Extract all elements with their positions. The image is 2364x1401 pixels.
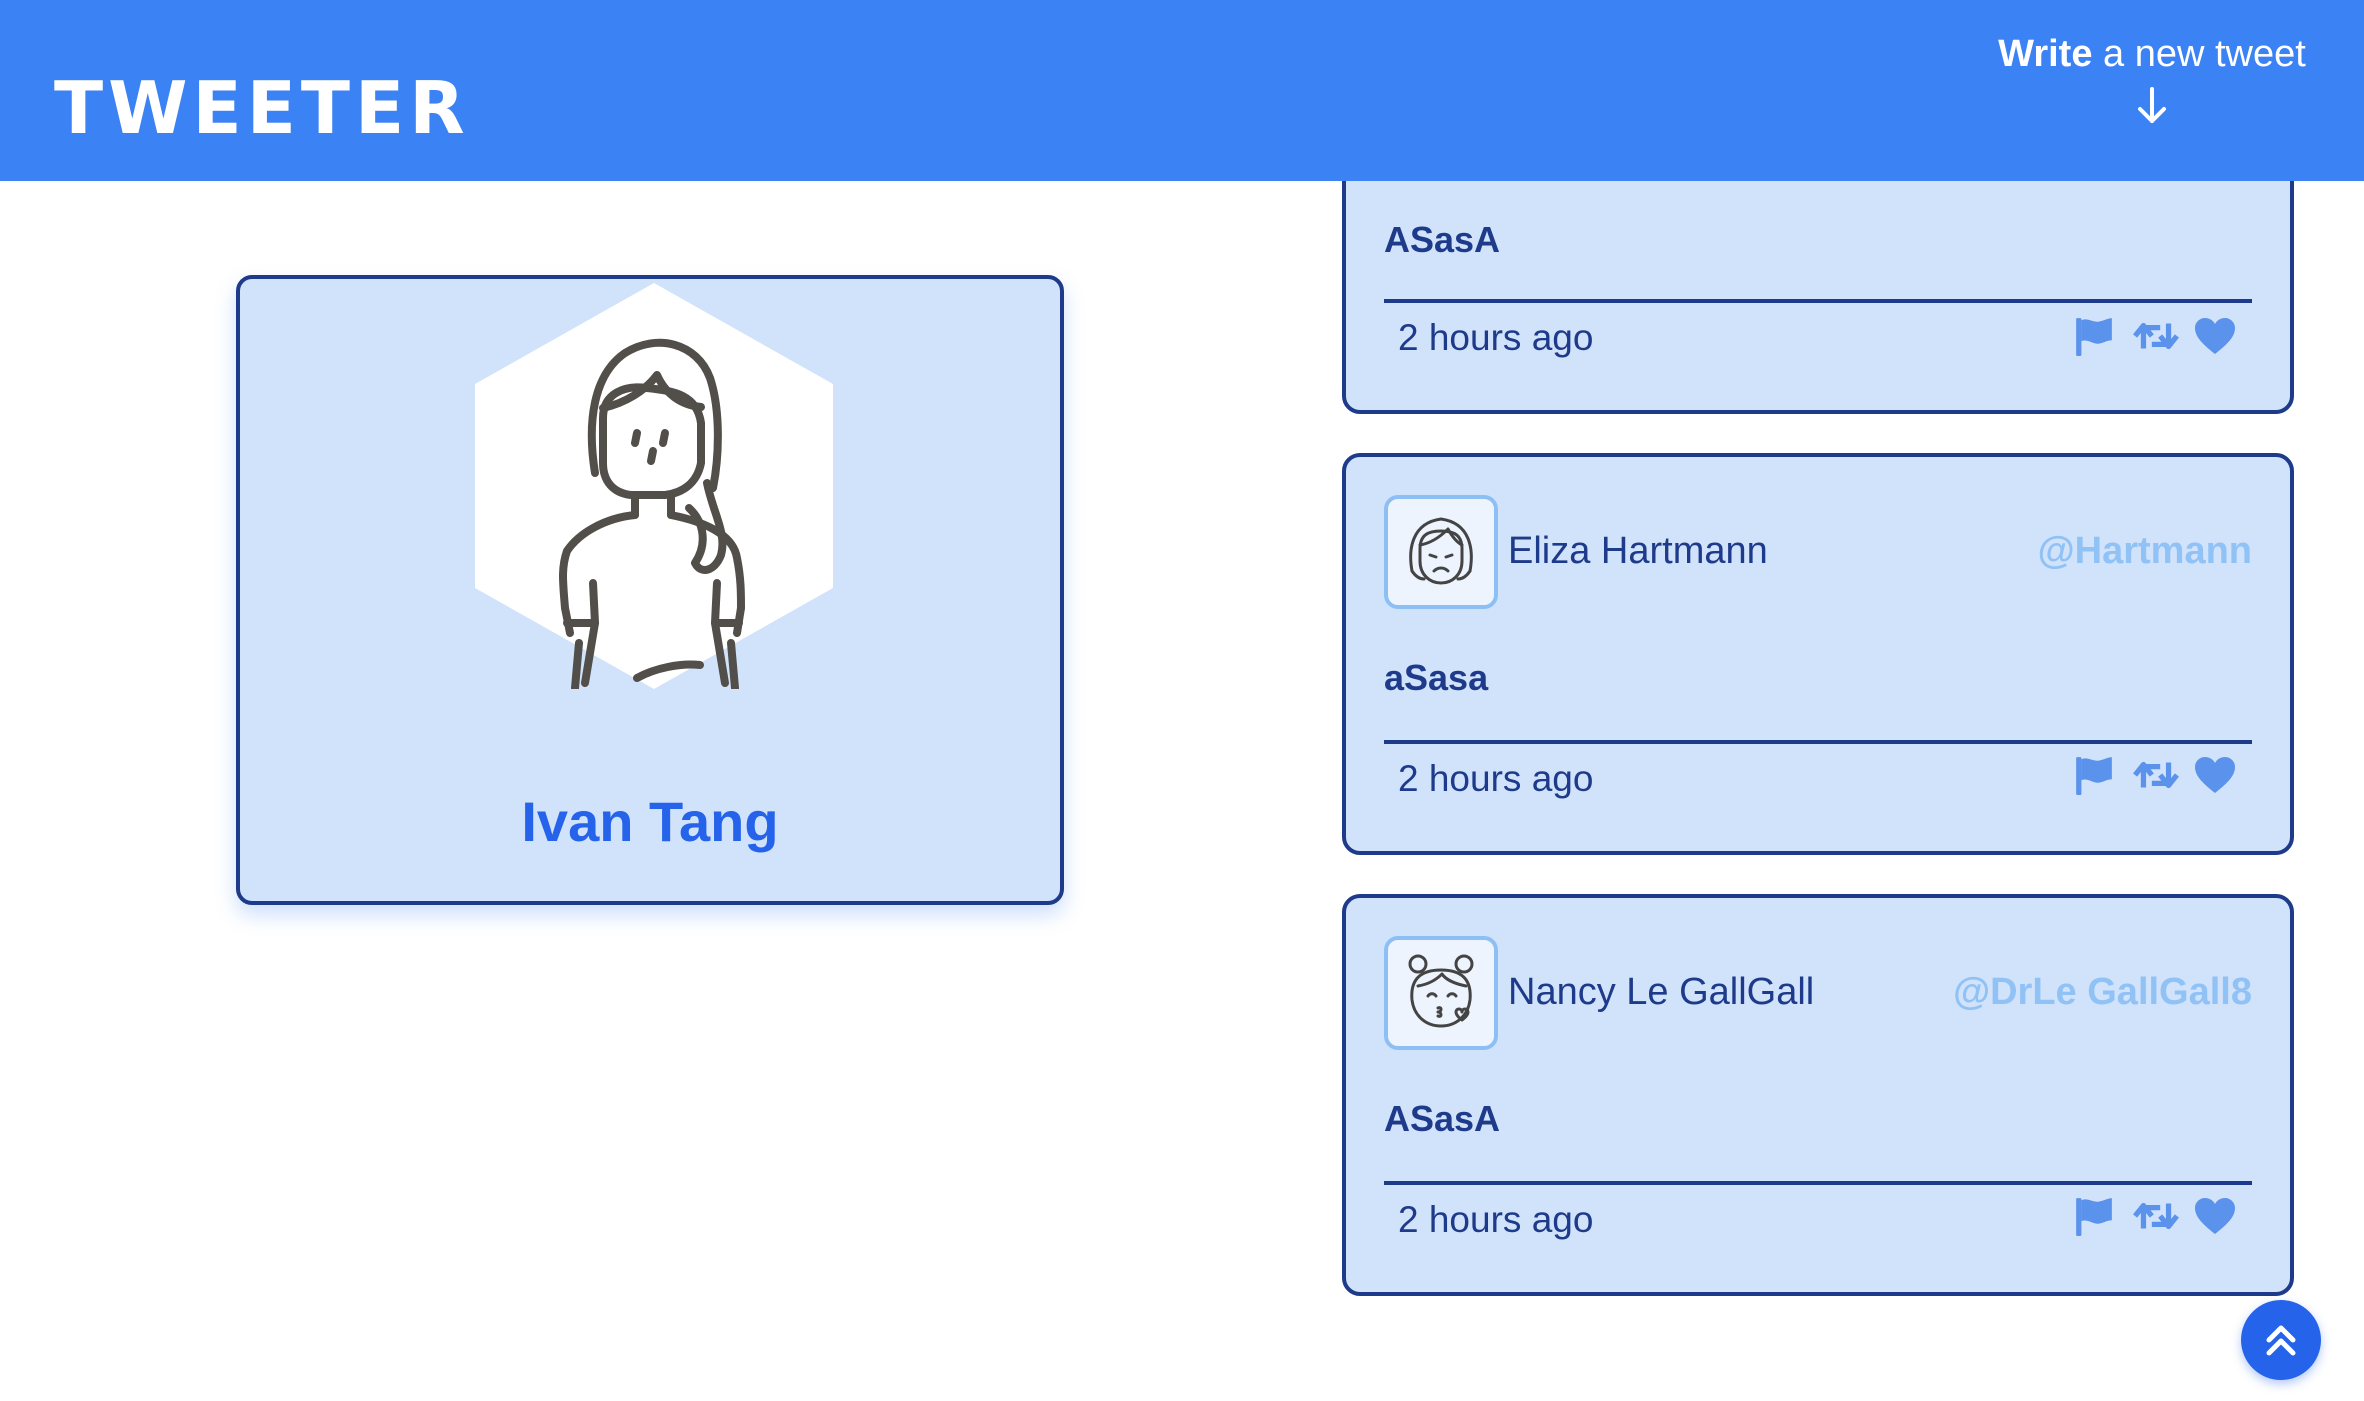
woman-avatar-icon bbox=[475, 283, 833, 689]
tweet-timestamp: 2 hours ago bbox=[1398, 317, 1594, 358]
profile-name: Ivan Tang bbox=[521, 790, 779, 853]
tweet-header: Eliza Hartmann @Hartmann bbox=[1384, 495, 2252, 611]
tweet-content: ASasA bbox=[1384, 219, 1501, 260]
brand-logo[interactable]: TWEETER bbox=[54, 72, 470, 144]
profile-card: Ivan Tang bbox=[236, 275, 1064, 905]
write-tweet-label-rest: a new tweet bbox=[2092, 33, 2306, 75]
tweet-card: Nancy Le GallGall @DrLe GallGall8 ASasA … bbox=[1342, 894, 2294, 1296]
double-chevron-up-icon bbox=[2266, 1325, 2296, 1356]
tweet-divider bbox=[1384, 1181, 2252, 1185]
write-tweet-label-bold: Write bbox=[1998, 33, 2093, 75]
tweet-card: ASasA 2 hours ago bbox=[1342, 150, 2294, 414]
tweet-content: ASasA bbox=[1384, 1098, 1501, 1139]
tweet-content: aSasa bbox=[1384, 657, 1489, 698]
flag-icon[interactable] bbox=[2073, 1195, 2115, 1237]
write-tweet-button[interactable]: Write a new tweet bbox=[1992, 30, 2312, 126]
tweet-actions bbox=[2073, 1194, 2235, 1238]
tweet-author-name[interactable]: Eliza Hartmann bbox=[1508, 529, 1768, 575]
scroll-to-top-button[interactable] bbox=[2241, 1300, 2321, 1380]
write-tweet-label: Write a new tweet bbox=[1992, 30, 2312, 78]
retweet-icon[interactable] bbox=[2133, 315, 2175, 357]
heart-icon[interactable] bbox=[2193, 1195, 2235, 1237]
tweet-timestamp: 2 hours ago bbox=[1398, 1199, 1594, 1240]
tweet-divider bbox=[1384, 740, 2252, 744]
tweet-card: Eliza Hartmann @Hartmann aSasa 2 hours a… bbox=[1342, 453, 2294, 855]
flag-icon[interactable] bbox=[2073, 315, 2115, 357]
arrow-down-icon bbox=[2138, 87, 2166, 123]
top-navbar: TWEETER Write a new tweet bbox=[0, 0, 2364, 181]
tweet-author-handle[interactable]: @DrLe GallGall8 bbox=[1953, 970, 2252, 1016]
tweet-actions bbox=[2073, 314, 2235, 358]
tweet-author-handle[interactable]: @Hartmann bbox=[2038, 529, 2252, 575]
heart-icon[interactable] bbox=[2193, 315, 2235, 357]
tweet-divider bbox=[1384, 299, 2252, 303]
heart-icon[interactable] bbox=[2193, 754, 2235, 796]
flag-icon[interactable] bbox=[2073, 754, 2115, 796]
kissing-girl-avatar-icon[interactable] bbox=[1384, 936, 1498, 1050]
retweet-icon[interactable] bbox=[2133, 1195, 2175, 1237]
tweet-timestamp: 2 hours ago bbox=[1398, 758, 1594, 799]
tweet-author-name[interactable]: Nancy Le GallGall bbox=[1508, 970, 1814, 1016]
tweet-header: Nancy Le GallGall @DrLe GallGall8 bbox=[1384, 936, 2252, 1052]
retweet-icon[interactable] bbox=[2133, 754, 2175, 796]
sad-girl-avatar-icon[interactable] bbox=[1384, 495, 1498, 609]
tweet-actions bbox=[2073, 753, 2235, 797]
